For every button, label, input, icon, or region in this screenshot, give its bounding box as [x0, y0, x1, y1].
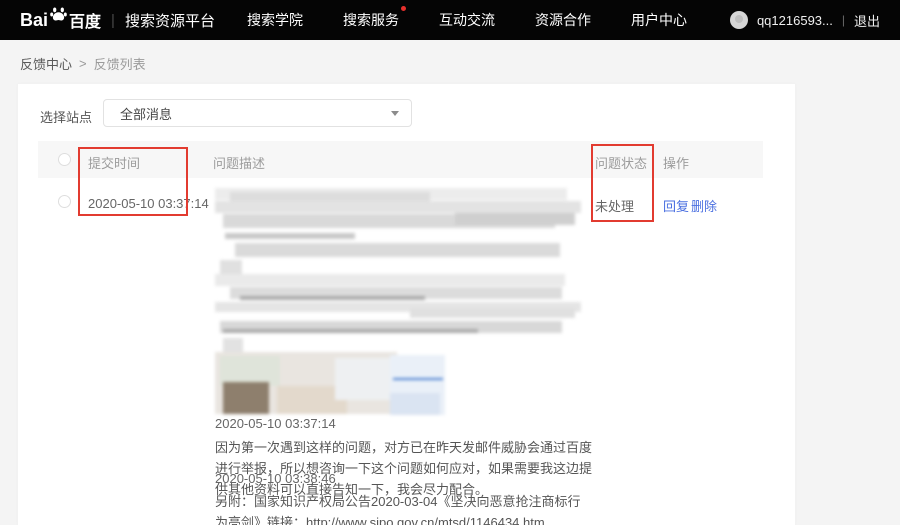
- redacted-description-image: [215, 188, 587, 414]
- nav-item-search-academy[interactable]: 搜索学院: [247, 10, 303, 30]
- platform-title[interactable]: 搜索资源平台: [125, 10, 215, 31]
- breadcrumb-separator: >: [79, 56, 87, 71]
- username-text[interactable]: qq1216593...: [757, 13, 833, 28]
- site-filter-select[interactable]: 全部消息: [103, 99, 412, 127]
- baidu-paw-icon: [49, 5, 68, 29]
- logo-text-bai: Bai: [20, 10, 48, 31]
- redacted-bar: [410, 308, 575, 318]
- nav-item-search-service[interactable]: 搜索服务: [343, 10, 399, 30]
- page: Bai 百度 | 搜索资源平台 搜索学院 搜索服务 互动交流 资源合作: [0, 0, 900, 525]
- baidu-logo[interactable]: Bai 百度: [20, 5, 101, 35]
- notification-dot-icon: [401, 6, 406, 11]
- site-filter-label: 选择站点: [40, 107, 92, 126]
- logout-button[interactable]: 退出: [854, 11, 880, 30]
- nav-item-resource-coop[interactable]: 资源合作: [535, 10, 591, 30]
- select-all-checkbox[interactable]: [58, 153, 71, 166]
- redacted-image-patch: [335, 358, 397, 400]
- delete-button[interactable]: 删除: [691, 196, 717, 215]
- row-checkbox[interactable]: [58, 195, 71, 208]
- message-timestamp: 2020-05-10 03:38:46: [215, 471, 336, 486]
- redacted-bar: [225, 233, 355, 239]
- nav-divider: |: [111, 12, 115, 29]
- top-nav: Bai 百度 | 搜索资源平台 搜索学院 搜索服务 互动交流 资源合作: [0, 0, 900, 40]
- annotation-box-submit-time: [78, 147, 188, 216]
- redacted-link-line: [393, 378, 443, 380]
- reply-button[interactable]: 回复: [663, 196, 689, 215]
- redacted-bar: [240, 296, 425, 300]
- nav-user-area: qq1216593... | 退出: [730, 11, 880, 30]
- nav-item-search-service-label: 搜索服务: [343, 12, 399, 28]
- col-header-actions: 操作: [663, 153, 689, 172]
- col-header-description: 问题描述: [213, 153, 265, 172]
- user-avatar[interactable]: [730, 11, 748, 29]
- nav-menu: 搜索学院 搜索服务 互动交流 资源合作 用户中心: [247, 10, 687, 30]
- annotation-box-status: [591, 144, 654, 222]
- nav-item-user-center[interactable]: 用户中心: [631, 10, 687, 30]
- redacted-image-patch: [223, 382, 269, 414]
- logo-text-du: 百度: [69, 8, 101, 32]
- site-filter-value: 全部消息: [120, 104, 172, 123]
- breadcrumb: 反馈中心 > 反馈列表: [20, 54, 146, 73]
- redacted-bar: [235, 243, 560, 257]
- nav-item-interaction[interactable]: 互动交流: [439, 10, 495, 30]
- breadcrumb-feedback-list: 反馈列表: [94, 54, 146, 73]
- redacted-bar: [223, 329, 478, 333]
- redacted-bar: [223, 338, 243, 352]
- message-text: 另附：国家知识产权局公告2020-03-04《坚决向恶意抢注商标行为亮剑》链接：…: [215, 491, 593, 525]
- redacted-bar: [215, 274, 565, 286]
- chevron-down-icon: [391, 111, 399, 116]
- redacted-bar: [215, 201, 581, 213]
- breadcrumb-feedback-center[interactable]: 反馈中心: [20, 54, 72, 73]
- user-divider: |: [842, 13, 845, 27]
- redacted-bar: [455, 213, 575, 225]
- redacted-image-patch: [390, 393, 440, 415]
- message-timestamp: 2020-05-10 03:37:14: [215, 416, 336, 431]
